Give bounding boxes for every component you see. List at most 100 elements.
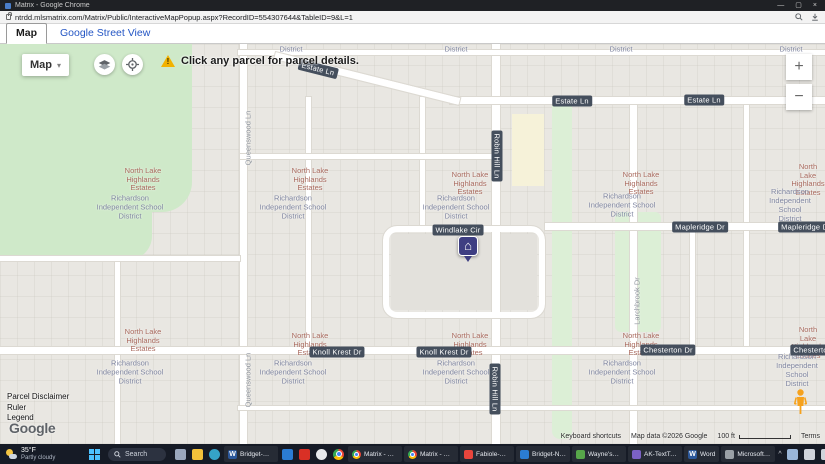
taskbar-app[interactable]: WBridget-Wind <box>224 446 278 462</box>
download-icon[interactable] <box>811 13 819 21</box>
area-label: Richardson Independent School District <box>260 359 327 386</box>
area-label: Richardson Independent School District <box>97 359 164 386</box>
google-logo[interactable]: Google <box>9 420 55 436</box>
greenbelt <box>552 97 572 439</box>
taskbar-app-label: Fabiole-New? <box>476 451 510 458</box>
road <box>690 230 695 348</box>
area-label: Richardson Independent School District <box>423 359 490 386</box>
network-icon[interactable] <box>804 449 815 460</box>
onedrive-icon[interactable] <box>787 449 798 460</box>
road <box>240 154 492 159</box>
chrome-icon <box>408 450 417 459</box>
page-tabbar: Map Google Street View <box>0 24 825 44</box>
system-tray: ^ 6:13 AM 5/17/2026 <box>776 446 825 463</box>
area-label: North Lake Highlands Estates <box>791 326 824 361</box>
house-icon: ⌂ <box>458 236 478 256</box>
partly-cloudy-icon <box>6 449 17 459</box>
taskbar-app[interactable]: WWord <box>684 446 719 462</box>
weather-widget[interactable]: 35°F Partly cloudy <box>0 447 86 461</box>
taskbar-app-label: Bridget-New! <box>532 451 566 458</box>
chrome-icon[interactable] <box>333 449 344 460</box>
lock-icon <box>6 14 11 20</box>
locate-button[interactable] <box>122 54 143 75</box>
map-attribution: Keyboard shortcuts Map data ©2026 Google… <box>561 433 820 440</box>
warning-icon: ! <box>161 55 175 67</box>
road <box>630 97 637 444</box>
generic-icon <box>725 450 734 459</box>
file-explorer-icon[interactable] <box>192 449 203 460</box>
start-button[interactable] <box>86 446 102 462</box>
park-area <box>0 194 152 260</box>
map-canvas[interactable]: DistrictDistrictDistrictDistrictNorth La… <box>0 44 825 444</box>
area-label: North Lake Highlands Estates <box>791 163 824 198</box>
area-label: Richardson Independent School District <box>589 359 656 386</box>
tab-google-street-view[interactable]: Google Street View <box>51 24 159 43</box>
terms-link[interactable]: Terms <box>801 433 820 440</box>
generic-icon <box>464 450 473 459</box>
map-data-text: Map data ©2026 Google <box>631 433 707 440</box>
road <box>306 97 311 349</box>
generic-icon <box>632 450 641 459</box>
road-estate-ln <box>450 97 825 104</box>
tab-map[interactable]: Map <box>6 23 47 44</box>
road-mapleridge-dr <box>545 223 825 230</box>
parcel-disclaimer-link[interactable]: Parcel Disclaimer <box>7 392 69 403</box>
zoom-in-button[interactable]: + <box>786 54 812 80</box>
road <box>420 97 425 226</box>
generic-icon <box>520 450 529 459</box>
window-title: Matrix - Google Chrome <box>15 2 777 9</box>
taskbar-app[interactable]: Matrix - Goo <box>348 446 402 462</box>
pegman[interactable] <box>794 389 807 420</box>
taskbar-search[interactable]: Search <box>108 448 166 461</box>
hidden-icons-chevron[interactable]: ^ <box>778 451 781 458</box>
road <box>240 44 247 444</box>
outlook-icon[interactable] <box>282 449 293 460</box>
area-label: North Lake Highlands Estates <box>452 332 489 358</box>
taskbar-app[interactable]: Bridget-New! <box>516 446 570 462</box>
property-marker[interactable]: ⌂ <box>458 236 478 262</box>
taskbar-app-label: Bridget-Wind <box>240 451 274 458</box>
taskbar-app[interactable]: Fabiole-New? <box>460 446 514 462</box>
address-field[interactable]: ntrdd.mlsmatrix.com/Matrix/Public/Intera… <box>15 13 787 22</box>
area-label: Richardson Independent School District <box>776 352 818 388</box>
notepad-icon[interactable] <box>316 449 327 460</box>
map-type-dropdown[interactable]: Map ▾ <box>22 54 69 76</box>
ruler-link[interactable]: Ruler <box>7 403 69 414</box>
taskbar-app[interactable]: AK-TextToSp <box>628 446 682 462</box>
browser-urlbar: ntrdd.mlsmatrix.com/Matrix/Public/Intera… <box>0 11 825 24</box>
scale-label: 100 ft <box>717 433 735 440</box>
area-label: North Lake Highlands Estates <box>452 171 489 197</box>
task-view-icon[interactable] <box>175 449 186 460</box>
layers-button[interactable] <box>94 54 115 75</box>
taskbar-app[interactable]: Wayne'sPastu <box>572 446 626 462</box>
taskbar-app[interactable]: Microsoft Co. <box>721 446 775 462</box>
word-icon: W <box>688 450 697 459</box>
minimize-button[interactable]: — <box>777 2 784 9</box>
volume-icon[interactable] <box>821 449 825 460</box>
road-knoll-krest-dr <box>0 347 825 354</box>
road <box>0 256 240 261</box>
maximize-button[interactable]: ▢ <box>795 2 802 9</box>
map-overlay-links: Parcel Disclaimer Ruler Legend <box>7 392 69 424</box>
road <box>238 406 825 410</box>
chrome-favicon-icon <box>5 3 11 9</box>
green-patch <box>615 212 661 332</box>
warning-text: Click any parcel for parcel details. <box>181 55 359 67</box>
parcel-highlight <box>512 114 544 186</box>
taskbar-app[interactable]: Matrix - Goo <box>404 446 458 462</box>
window-titlebar: Matrix - Google Chrome — ▢ × <box>0 0 825 11</box>
area-label: North Lake Highlands Estates <box>623 171 660 197</box>
parcel-warning: ! Click any parcel for parcel details. <box>161 55 359 67</box>
zoom-page-icon[interactable] <box>795 13 803 21</box>
area-label: Richardson Independent School District <box>423 194 490 221</box>
edge-icon[interactable] <box>209 449 220 460</box>
acrobat-icon[interactable] <box>299 449 310 460</box>
keyboard-shortcuts-button[interactable]: Keyboard shortcuts <box>561 433 621 440</box>
pegman-icon <box>794 389 807 415</box>
close-button[interactable]: × <box>813 2 817 9</box>
zoom-out-button[interactable]: − <box>786 84 812 110</box>
layers-icon <box>98 58 111 71</box>
area-label: Richardson Independent School District <box>260 194 327 221</box>
crosshair-icon <box>126 58 139 71</box>
scale-bar <box>739 435 791 439</box>
